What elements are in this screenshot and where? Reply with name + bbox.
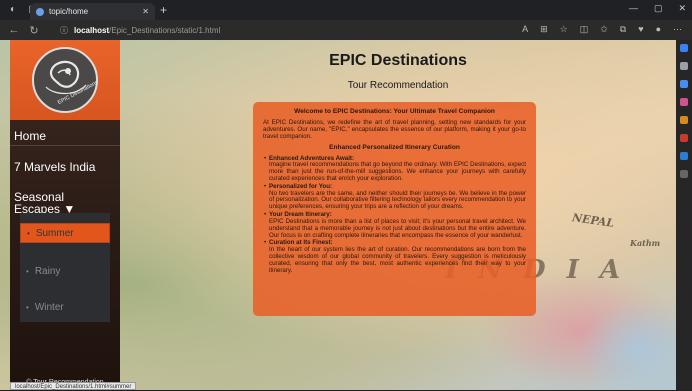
favorite-star-icon[interactable]: ☆ (560, 24, 568, 35)
intro-card: Welcome to EPIC Destinations: Your Ultim… (253, 102, 536, 316)
window-controls: — ▢ ✕ (629, 3, 686, 14)
search-icon[interactable] (680, 62, 688, 70)
nav-home[interactable]: Home (10, 126, 120, 146)
close-window-icon[interactable]: ✕ (678, 3, 686, 14)
browser-tab[interactable]: topic/home ✕ (30, 3, 155, 20)
status-bar-url: localhost/Epic_Destinations/1.html#summe… (10, 382, 137, 390)
card-heading: Welcome to EPIC Destinations: Your Ultim… (294, 108, 495, 115)
profile-avatar[interactable]: ● (656, 24, 661, 35)
bullet-icon: • (26, 302, 29, 312)
maximize-icon[interactable]: ▢ (654, 3, 663, 14)
favorites-icon[interactable]: ✩ (600, 24, 608, 35)
close-tab-icon[interactable]: ✕ (142, 7, 149, 16)
bullet-icon: • (26, 266, 29, 276)
seasonal-submenu: • Summer • Rainy • Winter (20, 213, 110, 322)
list-item: Your Dream Itinerary: EPIC Destinations … (264, 211, 526, 240)
submenu-summer[interactable]: • Summer (20, 223, 110, 243)
tools-icon[interactable] (680, 98, 688, 106)
feature-list: Enhanced Adventures Await: Imagine trave… (263, 155, 526, 275)
list-item: Enhanced Adventures Await: Imagine trave… (264, 155, 526, 184)
list-item-text: No two travelers are the same, and neith… (269, 189, 526, 211)
minimize-icon[interactable]: — (629, 3, 638, 14)
edge-sidebar (676, 40, 692, 390)
submenu-rainy-label: Rainy (34, 265, 61, 277)
add-icon[interactable] (680, 170, 688, 178)
workspaces-icon[interactable]: ◐ (6, 3, 20, 17)
logo-area: EPIC Destinations (10, 40, 120, 120)
shopping-icon[interactable] (680, 80, 688, 88)
nav-7-marvels[interactable]: 7 Marvels India (10, 160, 120, 174)
tab-title: topic/home (49, 7, 89, 16)
bullet-icon: • (27, 228, 30, 238)
office-icon[interactable] (680, 134, 688, 142)
map-label-kathmandu: Kathm (630, 238, 661, 248)
url-path: /Epic_Destinations/static/1.html (109, 25, 221, 35)
address-bar[interactable]: ⓘ localhost /Epic_Destinations/static/1.… (60, 23, 540, 37)
games-icon[interactable] (680, 116, 688, 124)
app-available-icon[interactable]: ⊞ (540, 24, 548, 35)
page-subtitle: Tour Recommendation (347, 80, 449, 91)
refresh-icon[interactable]: ↻ (28, 24, 40, 37)
browser-essentials-icon[interactable]: ♥ (638, 24, 643, 35)
list-item-text: EPIC Destinations is more than a list of… (269, 217, 526, 239)
tab-favicon-icon (36, 7, 44, 16)
new-tab-icon[interactable]: + (160, 3, 167, 17)
nav-seasonal-escapes[interactable]: Seasonal Escapes ▼ (10, 191, 120, 215)
back-icon[interactable]: ← (8, 24, 20, 36)
address-bar-row: ← ↻ ⓘ localhost /Epic_Destinations/stati… (0, 20, 692, 40)
copilot-icon[interactable] (680, 44, 688, 52)
map-sea (580, 300, 676, 390)
epic-logo[interactable]: EPIC Destinations (32, 47, 99, 113)
submenu-winter-label: Winter (34, 301, 64, 313)
list-item-text: Imagine travel recommendations that go b… (269, 161, 526, 183)
sidebar: EPIC Destinations Home 7 Marvels India S… (10, 40, 120, 390)
submenu-summer-label: Summer (35, 227, 74, 239)
list-item: Curation at Its Finest: In the heart of … (264, 239, 526, 275)
browser-tab-bar: ◐ ▢ topic/home ✕ + — ▢ ✕ (0, 0, 692, 20)
split-screen-icon[interactable]: ◫ (580, 24, 589, 35)
read-aloud-icon[interactable]: A (522, 24, 528, 35)
page-title: EPIC Destinations (329, 52, 467, 69)
submenu-winter[interactable]: • Winter (20, 297, 110, 317)
collections-icon[interactable]: ⧉ (620, 24, 626, 35)
list-item-text: In the heart of our system lies the art … (269, 245, 526, 274)
browser-toolbar: A ⊞ ☆ ◫ ✩ ⧉ ♥ ● ⋯ (522, 24, 682, 35)
list-item: Personalized for You: No two travelers a… (264, 183, 526, 212)
url-host: localhost (74, 25, 110, 35)
card-section-title: Enhanced Personalized Itinerary Curation (329, 143, 460, 151)
more-menu-icon[interactable]: ⋯ (673, 24, 682, 35)
submenu-rainy[interactable]: • Rainy (20, 261, 110, 281)
outlook-icon[interactable] (680, 152, 688, 160)
info-icon[interactable]: ⓘ (60, 25, 68, 36)
map-label-nepal: NEPAL (571, 211, 615, 230)
card-intro: At EPIC Destinations, we redefine the ar… (263, 118, 526, 140)
